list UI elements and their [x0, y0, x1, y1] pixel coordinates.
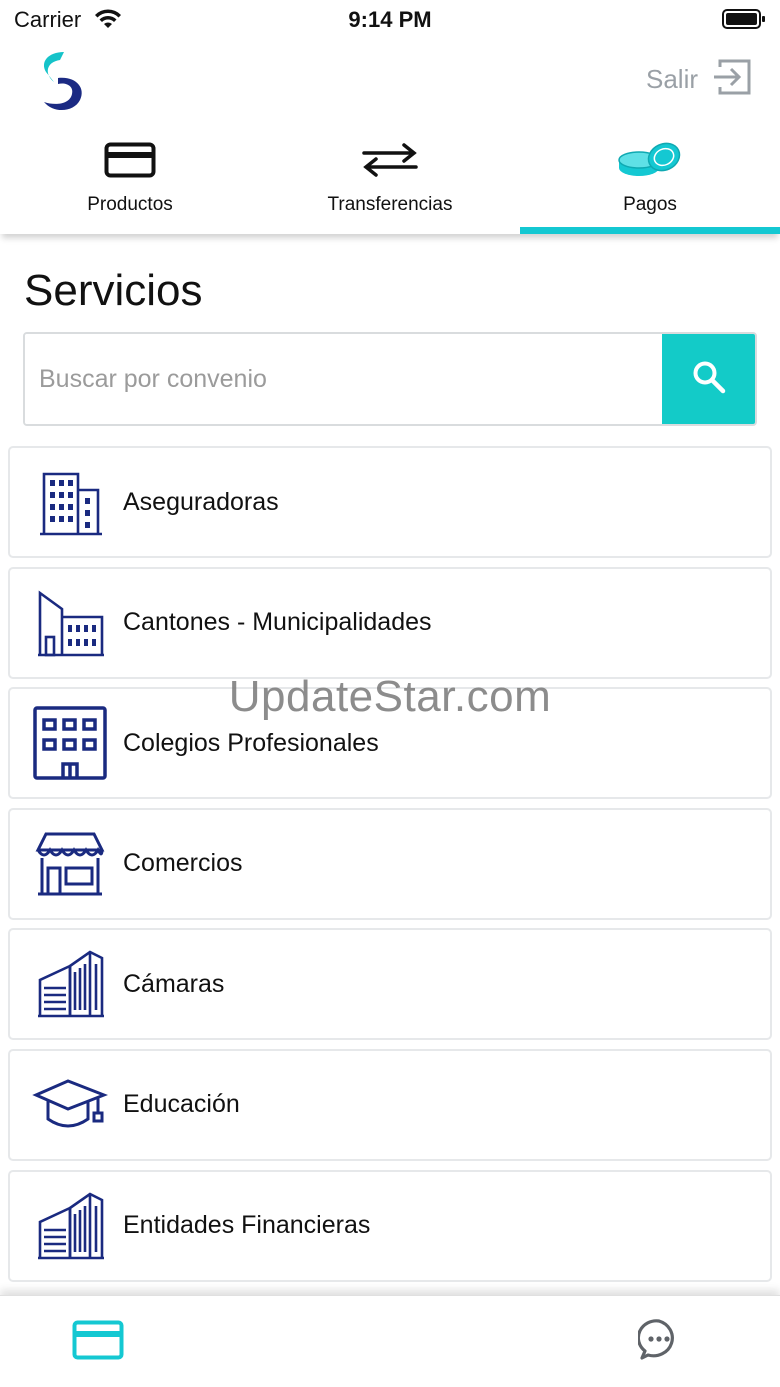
chamber-building-icon — [20, 944, 120, 1024]
search-icon — [692, 360, 726, 399]
battery-icon — [722, 8, 766, 35]
tab-label: Productos — [87, 194, 173, 215]
logout-icon — [712, 58, 752, 101]
watermark-text: UpdateStar.com — [228, 672, 552, 721]
transfer-arrows-icon — [360, 136, 420, 184]
list-item-label: Cámaras — [123, 969, 225, 998]
credit-card-icon — [104, 136, 156, 184]
municipal-building-icon — [20, 583, 120, 663]
search-button[interactable] — [662, 334, 755, 424]
page-title: Servicios — [24, 266, 203, 315]
list-item-comercios[interactable]: Comercios — [8, 807, 772, 920]
list-item-label: Colegios Profesionales — [123, 728, 379, 757]
cards-nav-button[interactable] — [72, 1320, 124, 1365]
bottom-nav — [0, 1295, 780, 1387]
bank-logo — [36, 48, 88, 119]
list-item-aseguradoras[interactable]: Aseguradoras — [8, 446, 772, 558]
search-bar — [23, 332, 757, 426]
list-item-camaras[interactable]: Cámaras — [8, 928, 772, 1041]
tab-transferencias[interactable]: Transferencias — [260, 130, 520, 234]
list-item-entidades-financieras[interactable]: Entidades Financieras — [8, 1169, 772, 1282]
logout-label: Salir — [645, 64, 698, 94]
tab-productos[interactable]: Productos — [0, 130, 260, 234]
graduation-cap-icon — [20, 1065, 120, 1145]
list-item-educacion[interactable]: Educación — [8, 1048, 772, 1161]
coins-icon — [617, 136, 683, 184]
clock: 9:14 PM — [348, 7, 432, 32]
list-item-label: Cantones - Municipalidades — [123, 608, 432, 637]
list-item-cantones-municipalidades[interactable]: Cantones - Municipalidades — [8, 566, 772, 679]
chat-bubble-icon — [636, 1319, 674, 1360]
financial-building-icon — [20, 1186, 120, 1266]
app-header: Salir — [0, 40, 780, 120]
tab-label: Pagos — [623, 194, 677, 215]
tab-pagos[interactable]: Pagos — [520, 130, 780, 234]
main-tabs: Productos Transferencias Pagos — [0, 130, 780, 234]
search-input[interactable] — [25, 334, 662, 424]
services-list: Aseguradoras Cantones - Municipalidades — [8, 446, 772, 1290]
status-bar: Carrier 9:14 PM — [0, 0, 780, 40]
office-building-icon — [20, 462, 120, 542]
tab-label: Transferencias — [327, 194, 453, 215]
storefront-icon — [20, 824, 120, 904]
chat-nav-button[interactable] — [636, 1318, 680, 1365]
list-item-label: Aseguradoras — [123, 487, 279, 516]
credit-card-icon — [72, 1320, 124, 1360]
list-item-label: Comercios — [123, 849, 243, 878]
list-item-label: Entidades Financieras — [123, 1211, 371, 1240]
logout-button[interactable]: Salir — [646, 58, 752, 101]
list-item-label: Educación — [123, 1090, 240, 1119]
